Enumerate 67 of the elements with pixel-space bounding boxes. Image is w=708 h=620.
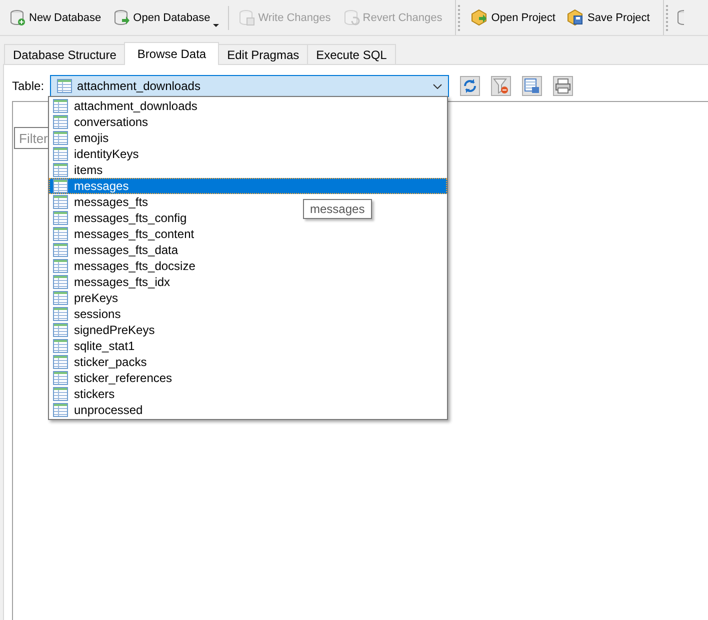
table-icon	[53, 355, 68, 369]
clear-filters-button[interactable]	[491, 76, 512, 96]
tab[interactable]: Edit Pragmas	[218, 44, 308, 64]
dropdown-item[interactable]: sticker_references	[49, 370, 176, 386]
filter-remove-icon	[493, 78, 510, 94]
tooltip: messages	[303, 199, 372, 219]
dropdown-item[interactable]: messages_fts	[49, 194, 152, 210]
open-project-button[interactable]: Open Project	[468, 4, 558, 30]
dropdown-item[interactable]: messages	[49, 178, 447, 194]
table-icon	[53, 227, 68, 241]
tab[interactable]: Database Structure	[4, 44, 126, 64]
table-icon	[53, 99, 68, 113]
table-icon	[53, 275, 68, 289]
tab[interactable]: Browse Data	[124, 42, 220, 65]
table-icon	[53, 179, 68, 193]
dropdown-item[interactable]: messages_fts_idx	[49, 274, 174, 290]
dropdown-item[interactable]: signedPreKeys	[49, 322, 159, 338]
table-icon	[53, 115, 68, 129]
table-dropdown[interactable]: attachment_downloads	[50, 75, 450, 97]
dropdown-item[interactable]: identityKeys	[49, 146, 143, 162]
dropdown-item[interactable]: sessions	[49, 306, 125, 322]
table-icon	[57, 79, 72, 93]
printer-icon	[555, 78, 572, 94]
dropdown-item[interactable]: sticker_packs	[49, 354, 151, 370]
database-undo-icon	[342, 9, 360, 26]
table-icon	[53, 307, 68, 321]
table-label: Table:	[12, 79, 44, 93]
table-disk-icon	[524, 78, 540, 94]
table-icon	[53, 147, 68, 161]
table-icon	[53, 387, 68, 401]
table-icon	[53, 371, 68, 385]
dropdown-item[interactable]: conversations	[49, 114, 152, 130]
print-button[interactable]	[553, 76, 574, 96]
database-plus-icon	[9, 9, 26, 26]
dropdown-item[interactable]: messages_fts_docsize	[49, 258, 200, 274]
new-database-button[interactable]: New Database	[6, 4, 104, 30]
tab[interactable]: Execute SQL	[307, 44, 396, 64]
table-icon	[53, 339, 68, 353]
dropdown-item[interactable]: attachment_downloads	[49, 98, 202, 114]
dropdown-item[interactable]: emojis	[49, 130, 113, 146]
table-icon	[53, 291, 68, 305]
table-icon	[53, 243, 68, 257]
table-icon	[53, 323, 68, 337]
dropdown-item[interactable]: unprocessed	[49, 402, 147, 418]
dropdown-item[interactable]: items	[49, 162, 107, 178]
open-database-button[interactable]: Open Database	[110, 4, 222, 30]
refresh-button[interactable]	[460, 76, 480, 96]
save-table-button[interactable]	[522, 76, 542, 96]
table-icon	[53, 163, 68, 177]
database-disk-icon	[238, 9, 256, 26]
dropdown-item[interactable]: stickers	[49, 386, 119, 402]
table-icon	[53, 259, 68, 273]
refresh-icon	[462, 78, 478, 94]
table-icon	[53, 211, 68, 225]
dropdown-item[interactable]: messages_fts_config	[49, 210, 191, 226]
database-arrow-icon	[113, 9, 130, 26]
dropdown-item[interactable]: preKeys	[49, 290, 122, 306]
table-icon	[53, 195, 68, 209]
table-icon	[53, 403, 68, 417]
table-icon	[53, 131, 68, 145]
dropdown-item[interactable]: sqlite_stat1	[49, 338, 139, 354]
box-arrow-icon	[471, 9, 488, 26]
database-icon	[676, 9, 684, 26]
save-project-button[interactable]: Save Project	[564, 4, 653, 30]
dropdown-item[interactable]: messages_fts_content	[49, 226, 198, 242]
chevron-icon	[433, 84, 442, 88]
dropdown-item[interactable]: messages_fts_data	[49, 242, 182, 258]
